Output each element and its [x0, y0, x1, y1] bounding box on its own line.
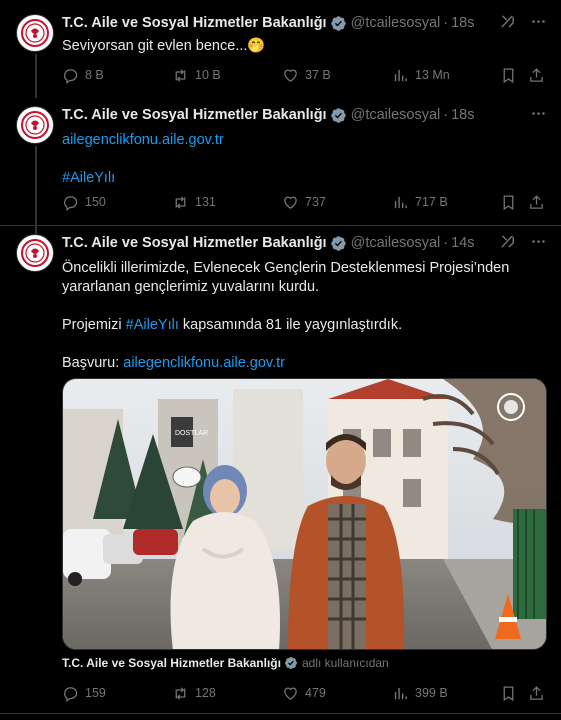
views-button[interactable]: 399 B [392, 685, 448, 702]
heart-icon [284, 687, 297, 700]
tweet-link[interactable]: ailegenclikfonu.aile.gov.tr [62, 132, 224, 148]
tweet-media-video[interactable]: DOSTLAR [62, 378, 547, 650]
tweet-1[interactable]: T.C. Aile ve Sosyal Hizmetler Bakanlığı … [0, 0, 561, 98]
views-chart-icon [394, 69, 407, 81]
media-attribution-suffix: adlı kullanıcıdan [301, 656, 389, 670]
share-button[interactable] [528, 685, 545, 702]
reply-icon [64, 68, 78, 84]
emoji-hand-over-mouth: 🤭 [247, 38, 266, 54]
reply-button[interactable]: 8 B [62, 67, 104, 84]
bookmark-icon [503, 67, 514, 83]
verified-badge-icon [330, 15, 347, 32]
like-count: 737 [305, 195, 326, 209]
views-chart-icon [394, 196, 407, 208]
bookmark-button[interactable] [500, 67, 517, 84]
grok-icon[interactable] [499, 233, 516, 254]
repost-count: 131 [195, 195, 216, 209]
share-button[interactable] [528, 67, 545, 84]
verified-badge-icon [330, 107, 347, 124]
timeline: T.C. Aile ve Sosyal Hizmetler Bakanlığı … [0, 0, 561, 720]
ministry-logo-icon [21, 239, 49, 267]
author-handle[interactable]: @tcailesosyal [351, 107, 441, 123]
author-handle[interactable]: @tcailesosyal [351, 15, 441, 31]
reply-icon [64, 686, 78, 702]
bookmark-button[interactable] [500, 685, 517, 702]
views-count: 13 Mn [415, 68, 450, 82]
avatar[interactable] [16, 234, 54, 272]
bookmark-icon [503, 194, 514, 210]
heart-icon [284, 196, 297, 209]
like-button[interactable]: 37 B [282, 67, 331, 84]
divider [0, 225, 561, 226]
heart-icon [284, 69, 297, 82]
more-options-icon[interactable] [530, 233, 547, 254]
tweet-2[interactable]: T.C. Aile ve Sosyal Hizmetler Bakanlığı … [0, 84, 561, 230]
more-options-icon[interactable] [530, 13, 547, 34]
tweet-link[interactable]: ailegenclikfonu.aile.gov.tr [123, 355, 285, 371]
like-button[interactable]: 737 [282, 194, 326, 211]
author-name[interactable]: T.C. Aile ve Sosyal Hizmetler Bakanlığı [62, 107, 327, 123]
street-sign-text: DOSTLAR [175, 430, 208, 437]
repost-icon [175, 68, 186, 82]
repost-button[interactable]: 128 [172, 685, 216, 702]
share-button[interactable] [528, 194, 545, 211]
tweet-text: Öncelikli illerimizde, Evlenecek Gençler… [62, 260, 510, 371]
author-name[interactable]: T.C. Aile ve Sosyal Hizmetler Bakanlığı [62, 235, 327, 251]
repost-count: 128 [195, 686, 216, 700]
like-button[interactable]: 479 [282, 685, 326, 702]
like-count: 37 B [305, 68, 331, 82]
hashtag-link[interactable]: #AileYılı [126, 317, 179, 333]
timestamp[interactable]: 14s [451, 235, 474, 251]
more-options-icon[interactable] [530, 105, 547, 126]
reply-count: 8 B [85, 68, 104, 82]
repost-icon [175, 686, 186, 700]
views-chart-icon [394, 687, 407, 699]
like-count: 479 [305, 686, 326, 700]
avatar[interactable] [16, 106, 54, 144]
repost-count: 10 B [195, 68, 221, 82]
timestamp[interactable]: 18s [451, 107, 474, 123]
reply-button[interactable]: 159 [62, 685, 106, 702]
avatar[interactable] [16, 14, 54, 52]
repost-button[interactable]: 131 [172, 194, 216, 211]
street-scene-image: DOSTLAR [63, 379, 546, 649]
tweet-text: Seviyorsan git evlen bence...🤭 [62, 38, 266, 54]
share-icon [530, 685, 543, 700]
reply-button[interactable]: 150 [62, 194, 106, 211]
media-attribution[interactable]: T.C. Aile ve Sosyal Hizmetler Bakanlığı … [62, 656, 389, 670]
views-button[interactable]: 717 B [392, 194, 448, 211]
views-count: 399 B [415, 686, 448, 700]
ministry-logo-icon [21, 19, 49, 47]
bookmark-button[interactable] [500, 194, 517, 211]
divider [0, 713, 561, 714]
reply-count: 159 [85, 686, 106, 700]
reply-count: 150 [85, 195, 106, 209]
media-author-name[interactable]: T.C. Aile ve Sosyal Hizmetler Bakanlığı [62, 656, 281, 670]
author-handle[interactable]: @tcailesosyal [351, 235, 441, 251]
share-icon [530, 67, 543, 82]
ministry-logo-icon [21, 111, 49, 139]
verified-badge-icon [284, 656, 298, 670]
author-name[interactable]: T.C. Aile ve Sosyal Hizmetler Bakanlığı [62, 15, 327, 31]
views-button[interactable]: 13 Mn [392, 67, 450, 84]
reply-icon [64, 195, 78, 211]
views-count: 717 B [415, 195, 448, 209]
bookmark-icon [503, 685, 514, 701]
thread-line [35, 146, 37, 230]
repost-icon [175, 195, 186, 209]
thread-line [35, 84, 37, 96]
grok-icon[interactable] [499, 13, 516, 34]
repost-button[interactable]: 10 B [172, 67, 221, 84]
hashtag-link[interactable]: #AileYılı [62, 170, 115, 186]
timestamp[interactable]: 18s [451, 15, 474, 31]
verified-badge-icon [330, 235, 347, 252]
share-icon [530, 194, 543, 209]
